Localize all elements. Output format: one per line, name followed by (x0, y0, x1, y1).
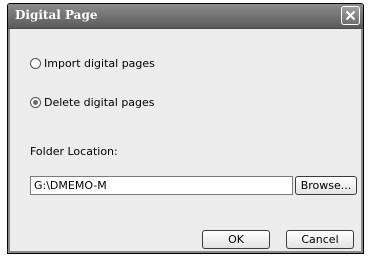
dialog-body: Import digital pages Delete digital page… (8, 29, 363, 253)
delete-option[interactable]: Delete digital pages (30, 96, 155, 109)
folder-path-input[interactable] (30, 176, 293, 195)
dialog-window: Digital Page Import digital pages Delete… (7, 3, 364, 254)
folder-location-label: Folder Location: (30, 145, 118, 158)
close-icon (345, 10, 356, 21)
import-radio[interactable] (30, 58, 41, 69)
close-button[interactable] (341, 6, 360, 25)
import-option[interactable]: Import digital pages (30, 57, 155, 70)
import-label: Import digital pages (44, 57, 155, 70)
title-bar: Digital Page (8, 4, 363, 29)
browse-button[interactable]: Browse... (295, 176, 357, 195)
cancel-button[interactable]: Cancel (286, 230, 354, 249)
delete-radio[interactable] (30, 97, 41, 108)
delete-label: Delete digital pages (44, 96, 155, 109)
ok-button[interactable]: OK (202, 230, 270, 249)
window-title: Digital Page (15, 8, 98, 22)
